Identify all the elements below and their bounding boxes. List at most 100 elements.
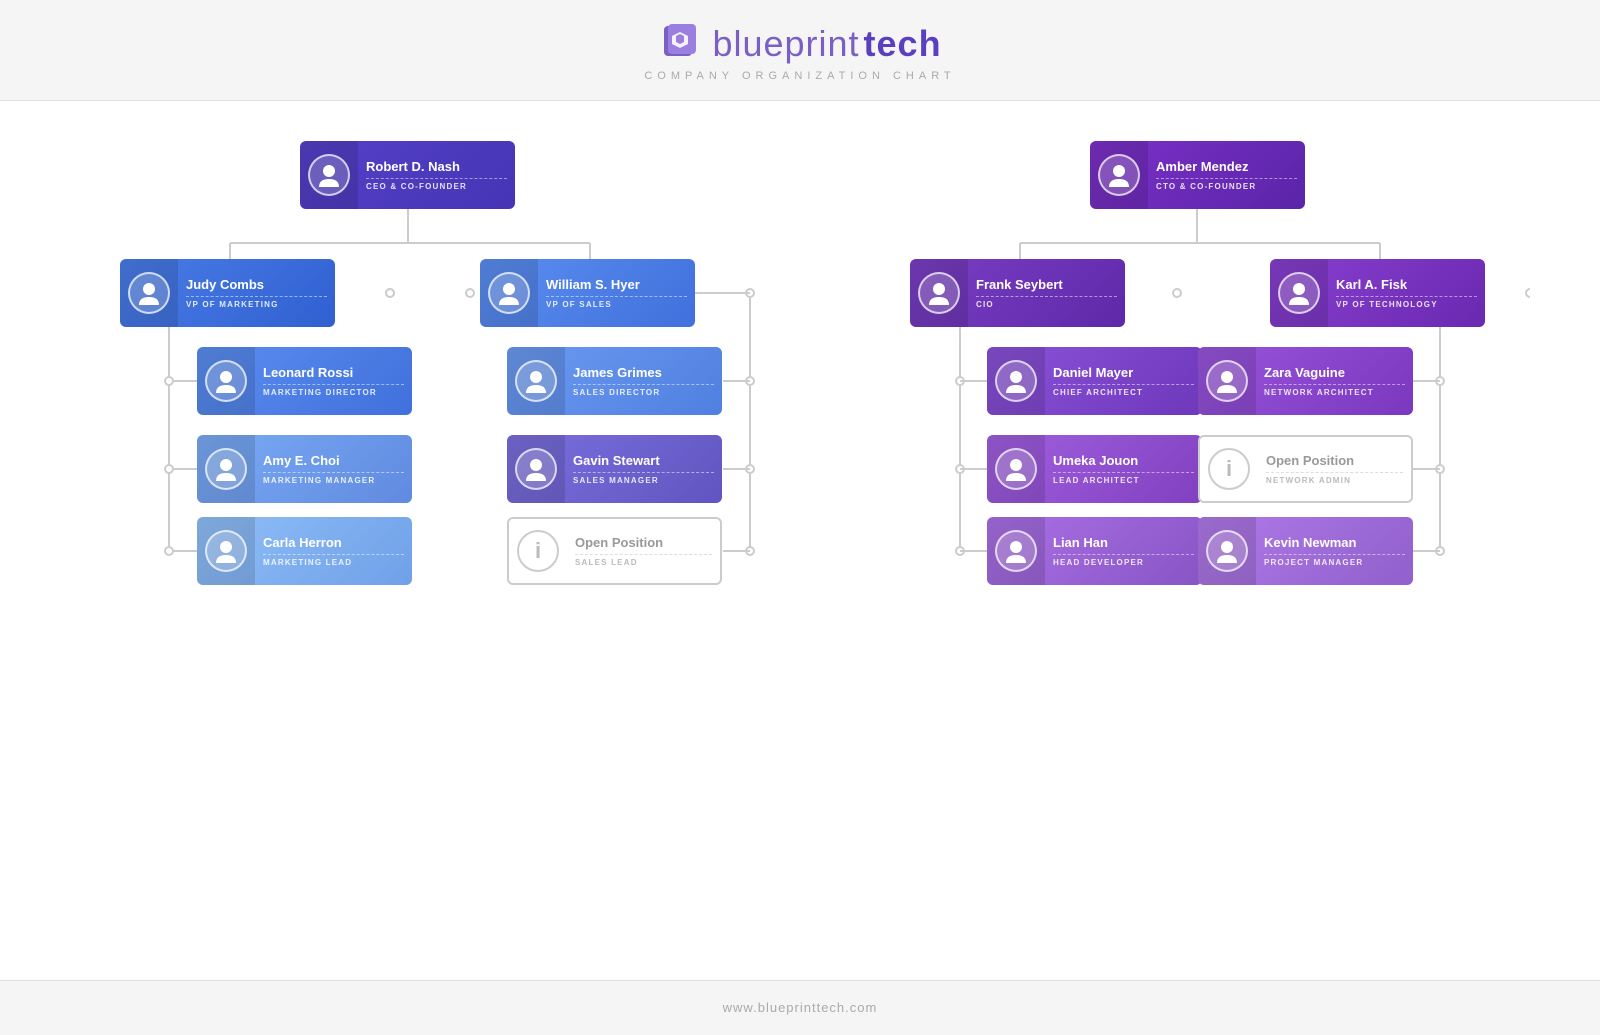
main-content: Robert D. Nash CEO & CO-FOUNDER Judy Com…	[0, 101, 1600, 980]
lead-arch-text: Umeka Jouon LEAD ARCHITECT	[1045, 447, 1202, 492]
vp-marketing-card: Judy Combs VP OF MARKETING	[120, 259, 335, 327]
sales-lead-text: Open Position SALES LEAD	[567, 529, 720, 574]
logo: blueprint tech	[0, 22, 1600, 66]
ceo-card: Robert D. Nash CEO & CO-FOUNDER	[300, 141, 515, 209]
vp-mkt-text: Judy Combs VP OF MARKETING	[178, 271, 335, 316]
vp-sales-role: VP OF SALES	[546, 296, 687, 309]
ceo-role: CEO & CO-FOUNDER	[366, 178, 507, 191]
vp-tech-avatar	[1278, 272, 1320, 314]
vp-sales-icon	[480, 259, 538, 327]
net-admin-name: Open Position	[1266, 453, 1403, 470]
mkt-lead-text: Carla Herron MARKETING LEAD	[255, 529, 412, 574]
cto-icon-area	[1090, 141, 1148, 209]
vp-sales-svg	[495, 279, 523, 307]
mkt-lead-avatar	[205, 530, 247, 572]
head-dev-text: Lian Han HEAD DEVELOPER	[1045, 529, 1202, 574]
org-chart: Robert D. Nash CEO & CO-FOUNDER Judy Com…	[70, 141, 1530, 721]
sales-mgr-svg	[522, 455, 550, 483]
mkt-dir-icon	[197, 347, 255, 415]
cio-svg	[925, 279, 953, 307]
chief-arch-role: CHIEF ARCHITECT	[1053, 384, 1194, 397]
head-dev-icon	[987, 517, 1045, 585]
head-dev-svg	[1002, 537, 1030, 565]
net-arch-name: Zara Vaguine	[1264, 365, 1405, 382]
sales-director-card: James Grimes SALES DIRECTOR	[507, 347, 722, 415]
cto-role: CTO & CO-FOUNDER	[1156, 178, 1297, 191]
lead-arch-role: LEAD ARCHITECT	[1053, 472, 1194, 485]
sales-dir-role: SALES DIRECTOR	[573, 384, 714, 397]
vp-sales-text: William S. Hyer VP OF SALES	[538, 271, 695, 316]
lead-arch-card: Umeka Jouon LEAD ARCHITECT	[987, 435, 1202, 503]
footer: www.blueprinttech.com	[0, 980, 1600, 1035]
cto-card: Amber Mendez CTO & CO-FOUNDER	[1090, 141, 1305, 209]
mkt-mgr-svg	[212, 455, 240, 483]
mkt-mgr-name: Amy E. Choi	[263, 453, 404, 470]
vp-tech-name: Karl A. Fisk	[1336, 277, 1477, 294]
vp-mkt-role: VP OF MARKETING	[186, 296, 327, 309]
sales-mgr-avatar	[515, 448, 557, 490]
cio-text: Frank Seybert CIO	[968, 271, 1125, 316]
head-dev-role: HEAD DEVELOPER	[1053, 554, 1194, 567]
net-admin-card: i Open Position NETWORK ADMIN	[1198, 435, 1413, 503]
ceo-person-svg	[315, 161, 343, 189]
ceo-avatar	[308, 154, 350, 196]
vp-sales-card: William S. Hyer VP OF SALES	[480, 259, 695, 327]
mkt-mgr-avatar	[205, 448, 247, 490]
sales-lead-role: SALES LEAD	[575, 554, 712, 567]
chief-arch-icon	[987, 347, 1045, 415]
sales-dir-icon	[507, 347, 565, 415]
vp-tech-svg	[1285, 279, 1313, 307]
mkt-dir-name: Leonard Rossi	[263, 365, 404, 382]
mkt-dir-text: Leonard Rossi MARKETING DIRECTOR	[255, 359, 412, 404]
net-admin-info-icon: i	[1208, 448, 1250, 490]
sales-dir-name: James Grimes	[573, 365, 714, 382]
mkt-lead-name: Carla Herron	[263, 535, 404, 552]
proj-mgr-icon	[1198, 517, 1256, 585]
proj-mgr-role: PROJECT MANAGER	[1264, 554, 1405, 567]
sales-lead-icon-area: i	[509, 517, 567, 585]
head-dev-card: Lian Han HEAD DEVELOPER	[987, 517, 1202, 585]
mkt-mgr-role: MARKETING MANAGER	[263, 472, 404, 485]
mkt-manager-card: Amy E. Choi MARKETING MANAGER	[197, 435, 412, 503]
proj-mgr-name: Kevin Newman	[1264, 535, 1405, 552]
vp-sales-name: William S. Hyer	[546, 277, 687, 294]
mkt-dir-avatar	[205, 360, 247, 402]
mkt-dir-svg	[212, 367, 240, 395]
net-arch-text: Zara Vaguine NETWORK ARCHITECT	[1256, 359, 1413, 404]
net-admin-icon-area: i	[1200, 435, 1258, 503]
net-arch-icon	[1198, 347, 1256, 415]
vp-mkt-avatar	[128, 272, 170, 314]
proj-mgr-avatar	[1206, 530, 1248, 572]
vp-tech-text: Karl A. Fisk VP OF TECHNOLOGY	[1328, 271, 1485, 316]
mkt-lead-role: MARKETING LEAD	[263, 554, 404, 567]
ceo-name: Robert D. Nash	[366, 159, 507, 176]
mkt-lead-card: Carla Herron MARKETING LEAD	[197, 517, 412, 585]
net-admin-role: NETWORK ADMIN	[1266, 472, 1403, 485]
sales-mgr-name: Gavin Stewart	[573, 453, 714, 470]
cto-person-svg	[1105, 161, 1133, 189]
sales-lead-name: Open Position	[575, 535, 712, 552]
net-arch-avatar	[1206, 360, 1248, 402]
cio-card: Frank Seybert CIO	[910, 259, 1125, 327]
proj-mgr-svg	[1213, 537, 1241, 565]
proj-mgr-card: Kevin Newman PROJECT MANAGER	[1198, 517, 1413, 585]
chief-arch-svg	[1002, 367, 1030, 395]
logo-text-blueprint: blueprint	[712, 23, 859, 65]
head-dev-avatar	[995, 530, 1037, 572]
sales-dir-text: James Grimes SALES DIRECTOR	[565, 359, 722, 404]
sales-mgr-icon	[507, 435, 565, 503]
header: blueprint tech COMPANY ORGANIZATION CHAR…	[0, 0, 1600, 101]
cio-avatar	[918, 272, 960, 314]
sales-dir-svg	[522, 367, 550, 395]
info-icon: i	[517, 530, 559, 572]
mkt-dir-role: MARKETING DIRECTOR	[263, 384, 404, 397]
cio-role: CIO	[976, 296, 1117, 309]
head-dev-name: Lian Han	[1053, 535, 1194, 552]
ceo-text: Robert D. Nash CEO & CO-FOUNDER	[358, 153, 515, 198]
vp-tech-role: VP OF TECHNOLOGY	[1336, 296, 1477, 309]
sales-manager-card: Gavin Stewart SALES MANAGER	[507, 435, 722, 503]
lead-arch-svg	[1002, 455, 1030, 483]
mkt-lead-svg	[212, 537, 240, 565]
vp-sales-avatar	[488, 272, 530, 314]
vp-mkt-icon-area	[120, 259, 178, 327]
